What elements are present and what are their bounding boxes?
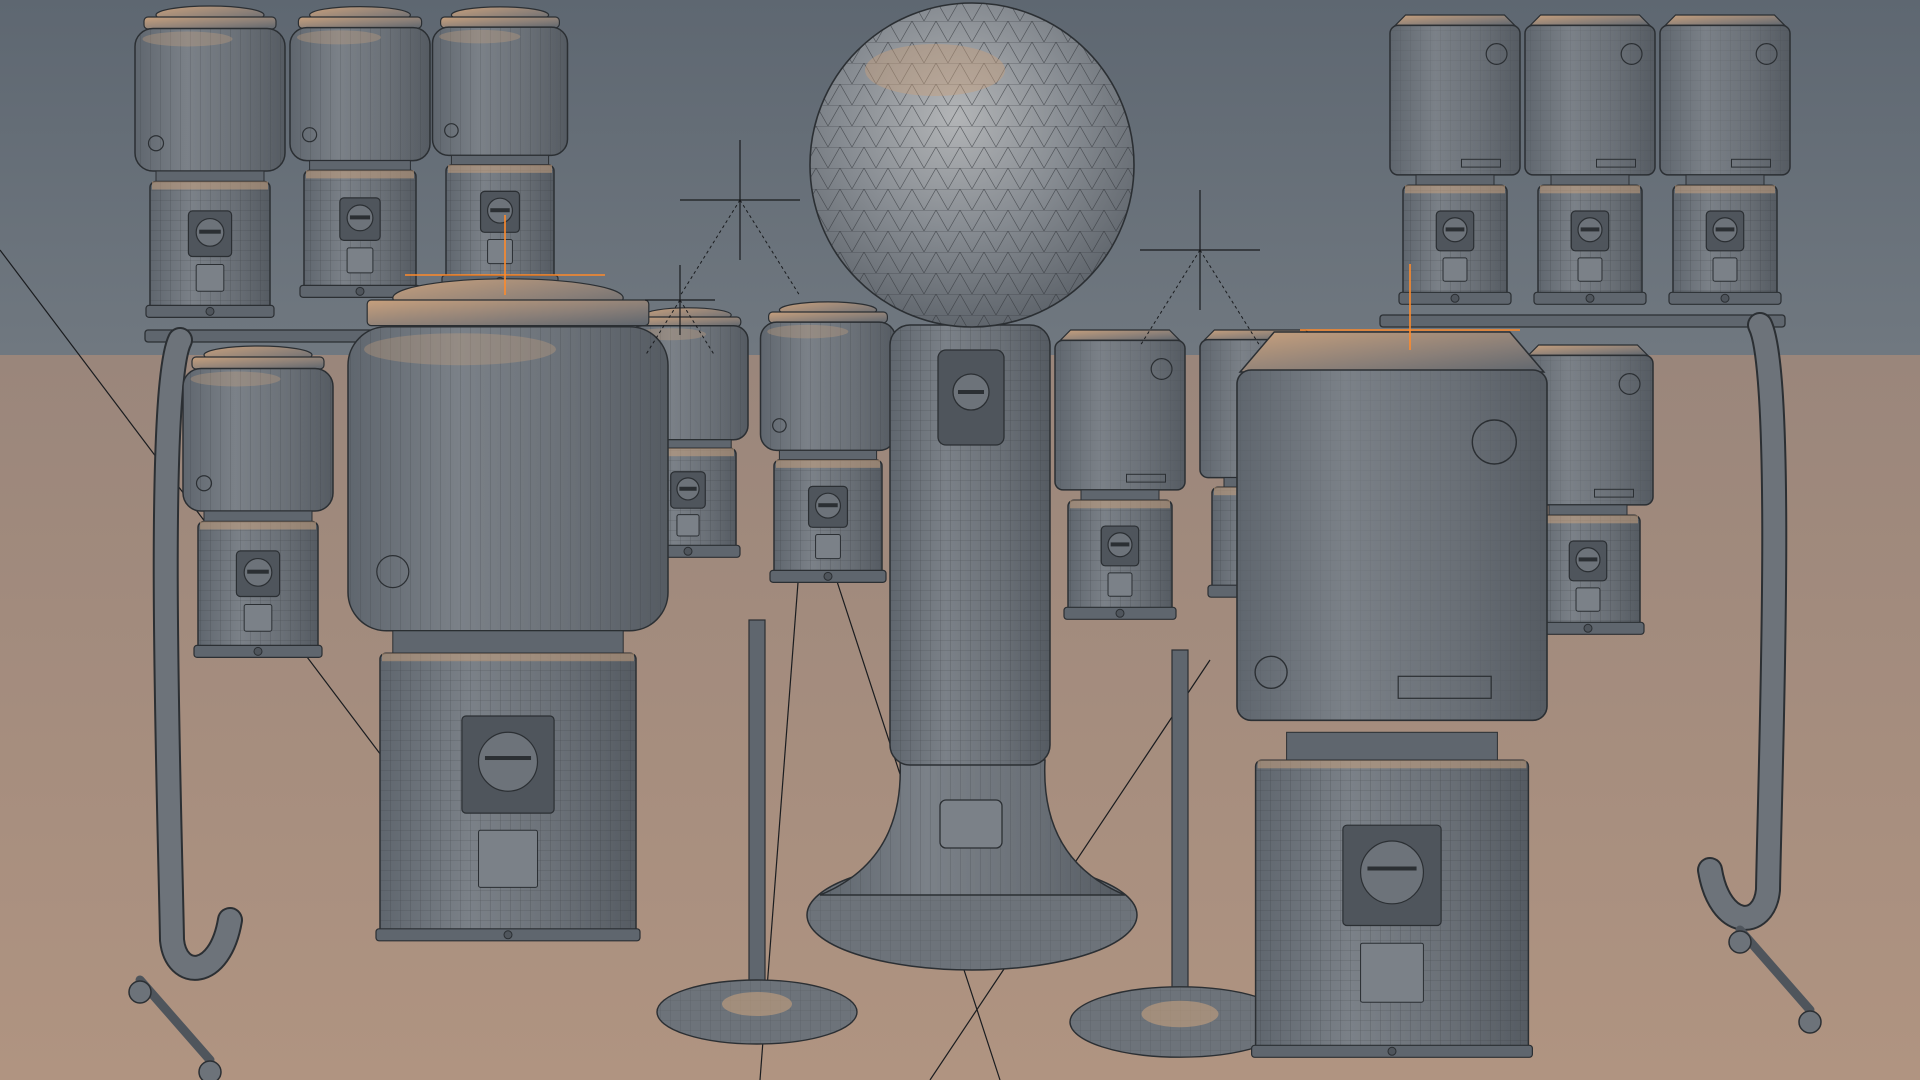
cylinder-machine-mid-3[interactable] (759, 301, 897, 583)
3d-viewport[interactable] (0, 0, 1920, 1080)
cylinder-machine-back-1[interactable] (134, 5, 286, 318)
cylinder-machine-back-3[interactable] (431, 6, 569, 288)
cylinder-machine-mid-1[interactable] (182, 345, 334, 658)
cylinder-machine-back-2[interactable] (289, 6, 431, 298)
cylinder-machine-front-large[interactable] (347, 278, 669, 942)
square-machine-front-large[interactable] (1236, 331, 1548, 1058)
square-machine-back-1[interactable] (1389, 14, 1521, 305)
square-machine-back-3[interactable] (1659, 14, 1791, 305)
square-machine-mid-1[interactable] (1054, 329, 1186, 620)
square-machine-back-2[interactable] (1524, 14, 1656, 305)
scene-render[interactable] (0, 0, 1920, 1080)
